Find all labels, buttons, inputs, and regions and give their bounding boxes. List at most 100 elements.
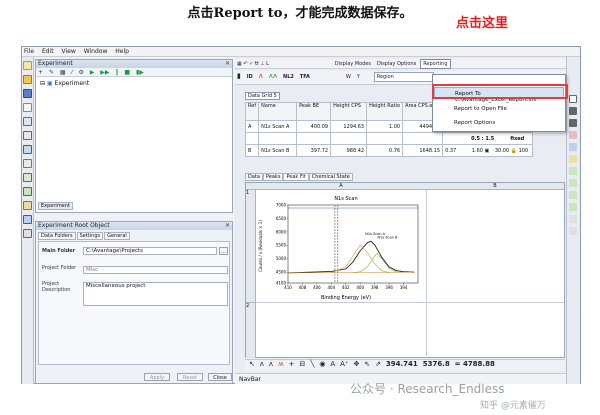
text-icon[interactable]: A bbox=[330, 360, 335, 368]
tab-chemical-state[interactable]: Chemical State bbox=[308, 173, 353, 181]
menu-view[interactable]: View bbox=[60, 47, 80, 55]
menu-window[interactable]: Window bbox=[82, 47, 112, 55]
open-folder-icon[interactable] bbox=[23, 75, 32, 84]
xy-icon[interactable]: W bbox=[344, 73, 353, 81]
green-peaks-icon[interactable]: ʌʌ bbox=[267, 71, 279, 81]
peak-icon[interactable] bbox=[569, 131, 577, 139]
chart-icon[interactable] bbox=[23, 145, 32, 154]
peak-width-icon[interactable]: ʍ bbox=[278, 360, 284, 368]
tab-settings[interactable]: Settings bbox=[76, 232, 104, 240]
project-folder-field[interactable]: Misc bbox=[83, 266, 228, 274]
bar-icon[interactable]: ▮ bbox=[235, 71, 243, 81]
layout-icon[interactable] bbox=[569, 191, 577, 199]
spectrum-chart[interactable]: N1s Scan Binding Energy (eV) Counts / s … bbox=[258, 191, 424, 301]
tree-item-experiment[interactable]: ⊟ ▣ Experiment bbox=[40, 80, 89, 87]
wand-icon[interactable]: ⁄ bbox=[72, 69, 73, 76]
tab-peaks[interactable]: Peaks bbox=[262, 173, 284, 181]
report-icon[interactable] bbox=[23, 187, 32, 196]
line-icon[interactable]: ╲ bbox=[310, 360, 314, 368]
new-icon[interactable] bbox=[23, 61, 32, 70]
nl2-icon[interactable]: NL2 bbox=[281, 73, 296, 81]
stop-icon[interactable]: ■ bbox=[124, 69, 130, 76]
table-icon[interactable] bbox=[569, 215, 577, 223]
y-icon[interactable]: Y bbox=[355, 73, 362, 81]
peak-add-icon[interactable]: ʌ bbox=[260, 360, 264, 368]
lock-icon[interactable] bbox=[569, 107, 577, 115]
tools-icon[interactable] bbox=[23, 201, 32, 210]
tfa-icon[interactable]: TFA bbox=[298, 73, 312, 81]
grid-small-icon[interactable]: ▦ bbox=[60, 69, 66, 76]
pointer-icon[interactable]: ↖ bbox=[249, 360, 255, 368]
column-header-b[interactable]: B bbox=[426, 183, 564, 190]
layout-icon[interactable] bbox=[569, 179, 577, 187]
peak-icon[interactable] bbox=[23, 131, 32, 140]
project-description-field[interactable]: Miscellaneous project bbox=[83, 282, 228, 306]
header-name: Name bbox=[258, 102, 298, 121]
close-button[interactable]: Close bbox=[208, 373, 232, 381]
gear-icon[interactable]: ⚙ bbox=[78, 69, 83, 76]
id-icon[interactable]: ID bbox=[245, 73, 255, 81]
reporting-tab[interactable]: Reporting bbox=[420, 59, 451, 69]
peak-move-icon[interactable]: ʌ bbox=[269, 360, 273, 368]
reset-button[interactable]: Reset bbox=[177, 373, 203, 381]
tab-peak-fit[interactable]: Peak Fit bbox=[283, 173, 309, 181]
peak-icon[interactable] bbox=[569, 143, 577, 151]
document-icon[interactable] bbox=[23, 103, 32, 112]
menu-help[interactable]: Help bbox=[113, 47, 133, 55]
eye-icon[interactable]: ◉ bbox=[319, 360, 325, 368]
pan-icon[interactable]: ⇗ bbox=[375, 360, 381, 368]
text-plus-icon[interactable]: A⁺ bbox=[340, 360, 348, 368]
crosshair-icon[interactable]: + bbox=[289, 360, 295, 368]
menu-item-report-options[interactable]: Report Options bbox=[434, 117, 564, 129]
reporting-context-menu: Report To C:\Avantage_Excel_Report.xls R… bbox=[432, 74, 566, 132]
column-header-a[interactable]: A bbox=[256, 183, 426, 190]
add-icon[interactable]: + bbox=[38, 69, 43, 76]
layout-icon[interactable] bbox=[569, 203, 577, 211]
layout-icon[interactable] bbox=[569, 167, 577, 175]
tab-data-folders[interactable]: Data Folders bbox=[38, 232, 76, 240]
display-modes-tab[interactable]: Display Modes bbox=[333, 60, 373, 68]
main-folder-field[interactable]: C:\Avantage\Projects bbox=[83, 247, 217, 255]
y-tick-label: 6000 bbox=[276, 229, 287, 234]
export-icon[interactable] bbox=[23, 215, 32, 224]
region-icon[interactable]: ⊟ bbox=[299, 360, 305, 368]
table-row[interactable]: B N1s Scan B 397.72 988.42 0.76 1648.15 … bbox=[244, 144, 534, 157]
spectrum-icon[interactable] bbox=[23, 117, 32, 126]
move-icon[interactable]: ✥ bbox=[354, 360, 360, 368]
table-icon[interactable] bbox=[569, 227, 577, 235]
table-icon[interactable] bbox=[23, 159, 32, 168]
region-select[interactable]: Region bbox=[373, 72, 434, 82]
peak-fit-icon[interactable]: ʌ bbox=[257, 71, 265, 81]
close-icon[interactable]: ✕ bbox=[225, 222, 230, 229]
play-icon[interactable]: ▶ bbox=[90, 69, 95, 76]
close-icon[interactable]: ✕ bbox=[225, 60, 230, 67]
toolbar-icon[interactable]: ▦ ↶ ✓ Ʉ ⊥ L bbox=[235, 60, 271, 68]
menu-edit[interactable]: Edit bbox=[40, 47, 58, 55]
expand-icon[interactable]: ⊟ bbox=[40, 80, 47, 87]
apply-button[interactable]: Apply bbox=[144, 373, 170, 381]
chart-icon[interactable] bbox=[569, 155, 577, 163]
table-row[interactable]: 0.5 : 1.5 fixed bbox=[244, 132, 534, 145]
peak-label-b: N1s Scan B bbox=[378, 236, 398, 240]
tab-general[interactable]: General bbox=[104, 232, 130, 240]
row-header-1[interactable]: 1 bbox=[246, 190, 256, 302]
step-icon[interactable]: ▮▶ bbox=[136, 69, 144, 76]
help-icon[interactable] bbox=[569, 95, 577, 103]
fast-forward-icon[interactable]: ▶▶ bbox=[100, 69, 109, 76]
lock-icon[interactable] bbox=[569, 119, 577, 127]
tab-data[interactable]: Data bbox=[245, 173, 263, 181]
menu-file[interactable]: File bbox=[22, 47, 38, 55]
save-icon[interactable] bbox=[23, 89, 32, 98]
pen-icon[interactable]: ✎ bbox=[49, 69, 54, 76]
zoom-icon[interactable]: ⇖ bbox=[364, 360, 370, 368]
row-header-2[interactable]: 2 bbox=[246, 302, 256, 358]
tab-data-grid[interactable]: Data Grid 5 bbox=[245, 92, 280, 100]
settings-icon[interactable] bbox=[23, 229, 32, 238]
grid-icon[interactable] bbox=[23, 173, 32, 182]
pause-icon[interactable]: ‖ bbox=[115, 69, 118, 76]
browse-button[interactable]: … bbox=[219, 247, 228, 255]
tab-experiment[interactable]: Experiment bbox=[38, 202, 73, 210]
sheet-subtabs: Data Peaks Peak Fit Chemical State bbox=[245, 173, 353, 181]
menu-item-report-open-file[interactable]: Report to Open File bbox=[434, 103, 564, 115]
display-options-tab[interactable]: Display Options bbox=[375, 60, 418, 68]
